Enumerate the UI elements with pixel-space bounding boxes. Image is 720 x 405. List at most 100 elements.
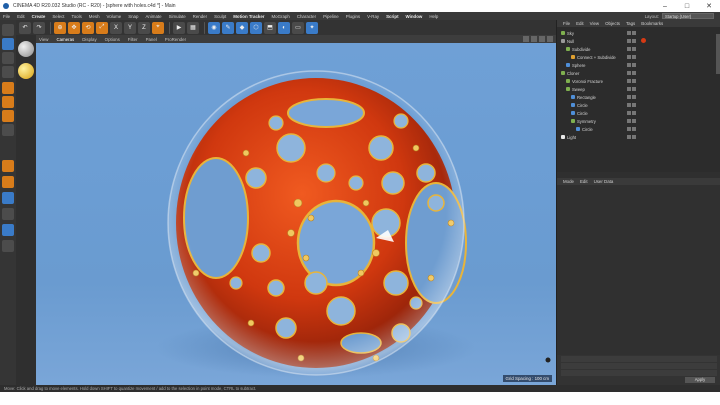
object-row[interactable]: Sweep bbox=[557, 86, 715, 92]
render-visibility-icon[interactable] bbox=[632, 135, 636, 139]
rotate-icon[interactable]: ⟲ bbox=[82, 21, 94, 34]
visibility-flags[interactable] bbox=[627, 54, 637, 59]
visibility-flags[interactable] bbox=[627, 134, 637, 139]
object-row[interactable]: Light bbox=[557, 134, 715, 140]
object-manager-menu-objects[interactable]: Objects bbox=[605, 21, 620, 26]
object-row[interactable]: Rectangle bbox=[557, 94, 715, 100]
maximize-button[interactable]: □ bbox=[676, 0, 698, 12]
visibility-flags[interactable] bbox=[627, 126, 637, 131]
menu-item-render[interactable]: Render bbox=[193, 14, 207, 19]
polygons-mode-icon[interactable] bbox=[2, 110, 14, 122]
render-visibility-icon[interactable] bbox=[632, 31, 636, 35]
editor-visibility-icon[interactable] bbox=[627, 79, 631, 83]
visibility-flags[interactable] bbox=[627, 30, 637, 35]
object-row[interactable]: Sky bbox=[557, 30, 715, 36]
render-visibility-icon[interactable] bbox=[632, 71, 636, 75]
editor-visibility-icon[interactable] bbox=[627, 47, 631, 51]
object-row[interactable]: Sphere bbox=[557, 62, 715, 68]
render-visibility-icon[interactable] bbox=[632, 111, 636, 115]
menu-item-create[interactable]: Create bbox=[32, 14, 46, 19]
coord-row[interactable] bbox=[561, 356, 717, 362]
deformer-icon[interactable]: ⬒ bbox=[264, 21, 276, 34]
3d-viewport[interactable]: Grid Spacing : 100 cm bbox=[36, 43, 556, 385]
visibility-flags[interactable] bbox=[627, 86, 637, 91]
menu-item-sculpt[interactable]: Sculpt bbox=[214, 14, 226, 19]
viewport-menu-cameras[interactable]: Cameras bbox=[56, 37, 74, 42]
menu-item-animate[interactable]: Animate bbox=[145, 14, 161, 19]
scale-icon[interactable]: ⤢ bbox=[96, 21, 108, 34]
editor-visibility-icon[interactable] bbox=[627, 31, 631, 35]
visibility-flags[interactable] bbox=[627, 38, 637, 43]
render-settings-icon[interactable]: ▦ bbox=[187, 21, 199, 34]
attributes-menu-edit[interactable]: Edit bbox=[580, 179, 588, 184]
menu-item-character[interactable]: Character bbox=[297, 14, 316, 19]
menu-item-pipeline[interactable]: Pipeline bbox=[323, 14, 339, 19]
material-swatch-gold[interactable] bbox=[18, 63, 34, 79]
menu-item-mesh[interactable]: Mesh bbox=[89, 14, 100, 19]
object-row[interactable]: Circle bbox=[557, 110, 715, 116]
visibility-flags[interactable] bbox=[627, 78, 637, 83]
object-manager-menu-edit[interactable]: Edit bbox=[576, 21, 584, 26]
subdivision-icon[interactable]: ◆ bbox=[236, 21, 248, 34]
model-mode-icon[interactable] bbox=[2, 38, 14, 50]
attributes-menu-user-data[interactable]: User Data bbox=[594, 179, 614, 184]
render-visibility-icon[interactable] bbox=[632, 39, 636, 43]
viewport-menu-filter[interactable]: Filter bbox=[128, 37, 138, 42]
object-manager-menu-bookmarks[interactable]: Bookmarks bbox=[641, 21, 663, 26]
z-axis-icon[interactable]: Z bbox=[138, 21, 150, 34]
object-row[interactable]: Circle bbox=[557, 126, 715, 132]
attributes-menu-mode[interactable]: Mode bbox=[563, 179, 574, 184]
render-visibility-icon[interactable] bbox=[632, 103, 636, 107]
redo-icon[interactable]: ↷ bbox=[33, 21, 45, 34]
object-row[interactable]: Voronoi Fracture bbox=[557, 78, 715, 84]
viewport-menu-view[interactable]: View bbox=[39, 37, 48, 42]
render-visibility-icon[interactable] bbox=[632, 87, 636, 91]
object-row[interactable]: Cloner bbox=[557, 70, 715, 76]
coord-row[interactable] bbox=[561, 370, 717, 376]
live-selection-icon[interactable]: ⊕ bbox=[54, 21, 66, 34]
minimize-button[interactable]: – bbox=[654, 0, 676, 12]
menu-item-select[interactable]: Select bbox=[52, 14, 64, 19]
x-axis-icon[interactable]: X bbox=[110, 21, 122, 34]
object-row[interactable]: Subdivide bbox=[557, 46, 715, 52]
render-view-icon[interactable]: ▶ bbox=[173, 21, 185, 34]
texture-mode-icon[interactable] bbox=[2, 52, 14, 64]
object-row[interactable]: Symmetry bbox=[557, 118, 715, 124]
render-visibility-icon[interactable] bbox=[632, 119, 636, 123]
pen-icon[interactable]: ✎ bbox=[222, 21, 234, 34]
object-manager-menu-tags[interactable]: Tags bbox=[626, 21, 635, 26]
menu-item-plugins[interactable]: Plugins bbox=[346, 14, 360, 19]
cube-icon[interactable]: ◉ bbox=[208, 21, 220, 34]
render-visibility-icon[interactable] bbox=[632, 55, 636, 59]
menu-item-script[interactable]: Script bbox=[386, 14, 398, 19]
object-manager-menu-view[interactable]: View bbox=[590, 21, 599, 26]
render-visibility-icon[interactable] bbox=[632, 47, 636, 51]
menu-item-help[interactable]: Help bbox=[429, 14, 438, 19]
editor-visibility-icon[interactable] bbox=[627, 103, 631, 107]
coordinate-system-icon[interactable]: ⌖ bbox=[152, 21, 164, 34]
object-manager-menu-file[interactable]: File bbox=[563, 21, 570, 26]
menu-item-edit[interactable]: Edit bbox=[17, 14, 25, 19]
viewport-menu-prorender[interactable]: ProRender bbox=[165, 37, 186, 42]
menu-item-mograph[interactable]: MoGraph bbox=[272, 14, 290, 19]
editor-visibility-icon[interactable] bbox=[627, 111, 631, 115]
camera-icon[interactable]: ▭ bbox=[292, 21, 304, 34]
editor-visibility-icon[interactable] bbox=[627, 63, 631, 67]
object-row[interactable]: Connect + Subdivide bbox=[557, 54, 715, 60]
make-editable-icon[interactable] bbox=[2, 24, 14, 36]
editor-visibility-icon[interactable] bbox=[627, 71, 631, 75]
snap-icon[interactable] bbox=[2, 160, 14, 172]
editor-visibility-icon[interactable] bbox=[627, 95, 631, 99]
coord-row[interactable] bbox=[561, 363, 717, 369]
edges-mode-icon[interactable] bbox=[2, 96, 14, 108]
visibility-flags[interactable] bbox=[627, 70, 637, 75]
workplane-icon[interactable] bbox=[2, 66, 14, 78]
solo-icon[interactable] bbox=[2, 176, 14, 188]
layout-toggle-icon[interactable] bbox=[547, 36, 553, 42]
undo-icon[interactable]: ↶ bbox=[19, 21, 31, 34]
visibility-flags[interactable] bbox=[627, 110, 637, 115]
y-axis-icon[interactable]: Y bbox=[124, 21, 136, 34]
visibility-flags[interactable] bbox=[627, 102, 637, 107]
render-visibility-icon[interactable] bbox=[632, 63, 636, 67]
menu-item-v-ray[interactable]: V-Ray bbox=[367, 14, 379, 19]
